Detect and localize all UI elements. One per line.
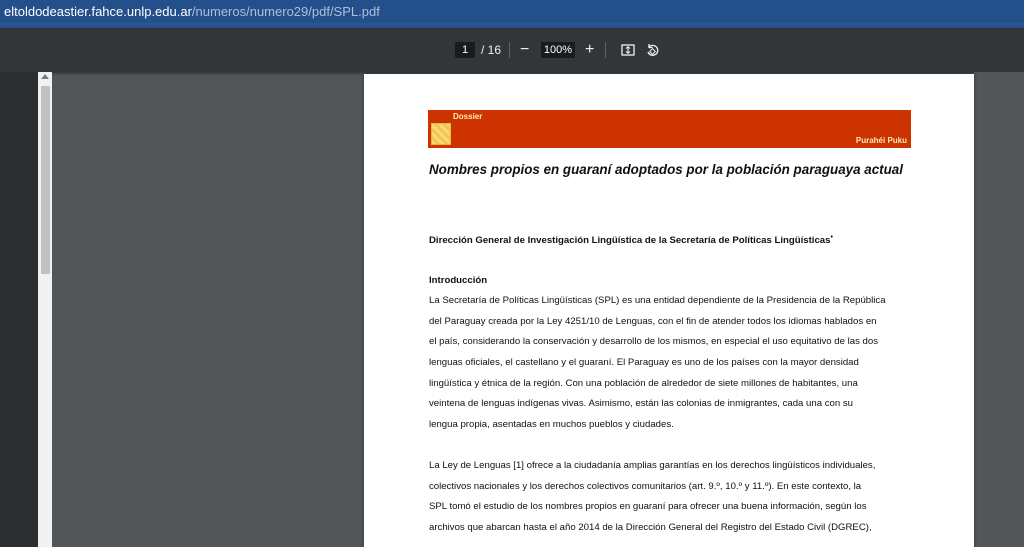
- zoom-level-input[interactable]: 100%: [541, 42, 575, 58]
- text-line: lingüística y étnica de la región. Con u…: [429, 377, 858, 389]
- text-line: colectivos nacionales y los derechos col…: [429, 480, 862, 492]
- zoom-out-button[interactable]: −: [520, 28, 529, 72]
- banner-journal-name: Purahéi Puku: [855, 136, 907, 145]
- text-line: La Secretaría de Políticas Lingüísticas …: [429, 295, 886, 306]
- text-line: La Ley de Lenguas [1] ofrece a la ciudad…: [429, 460, 876, 471]
- author-name: Dirección General de Investigación Lingü…: [429, 235, 831, 247]
- paragraph-ley: La Ley de Lenguas [1] ofrece a la ciudad…: [429, 456, 909, 539]
- scroll-up-arrow-icon[interactable]: [41, 74, 49, 79]
- text-line: archivos que abarcan hasta el año 2014 d…: [429, 522, 872, 534]
- text-line: veintena de lenguas indígenas vivas. Asi…: [429, 398, 853, 410]
- viewer-background: [974, 72, 1024, 547]
- document-author: Dirección General de Investigación Lingü…: [429, 234, 949, 246]
- document-title: Nombres propios en guaraní adoptados por…: [429, 162, 903, 177]
- fit-page-button[interactable]: [621, 28, 635, 72]
- rotate-icon: [647, 43, 659, 56]
- text-line: el país, considerando la conservación y …: [429, 336, 879, 348]
- journal-banner: Dossier Purahéi Puku: [428, 110, 911, 148]
- url-host: eltoldodeastier.fahce.unlp.edu.ar: [4, 4, 192, 19]
- text-line: lenguas oficiales, el castellano y el gu…: [429, 357, 859, 369]
- journal-logo-icon: [431, 123, 451, 145]
- banner-section-label: Dossier: [453, 112, 483, 121]
- pdf-toolbar: 1 / 16 − 100% +: [0, 28, 1024, 72]
- text-line: del Paraguay creada por la Ley 4251/10 d…: [429, 315, 877, 327]
- sidebar-panel: [0, 72, 38, 547]
- toolbar-divider: [509, 42, 510, 58]
- toolbar-divider: [605, 42, 606, 58]
- rotate-button[interactable]: [645, 28, 660, 72]
- address-bar[interactable]: eltoldodeastier.fahce.unlp.edu.ar/numero…: [0, 0, 1024, 23]
- zoom-in-button[interactable]: +: [585, 28, 594, 72]
- url-path: /numeros/numero29/pdf/SPL.pdf: [191, 4, 380, 19]
- fit-page-icon: [621, 44, 635, 56]
- page-number-input[interactable]: 1: [455, 42, 475, 58]
- scrollbar-thumb[interactable]: [41, 86, 50, 274]
- section-heading: Introducción: [429, 275, 488, 286]
- paragraph-intro: La Secretaría de Políticas Lingüísticas …: [429, 291, 909, 436]
- page-indicator: 1 / 16: [455, 28, 501, 72]
- text-line: SPL tomó el estudio de los nombres propi…: [429, 501, 867, 513]
- pdf-page: Dossier Purahéi Puku Nombres propios en …: [364, 74, 974, 547]
- author-footnote-mark: •: [830, 234, 833, 241]
- page-total: / 16: [481, 43, 502, 57]
- text-line: lengua propia, asentadas en muchos puebl…: [429, 419, 674, 431]
